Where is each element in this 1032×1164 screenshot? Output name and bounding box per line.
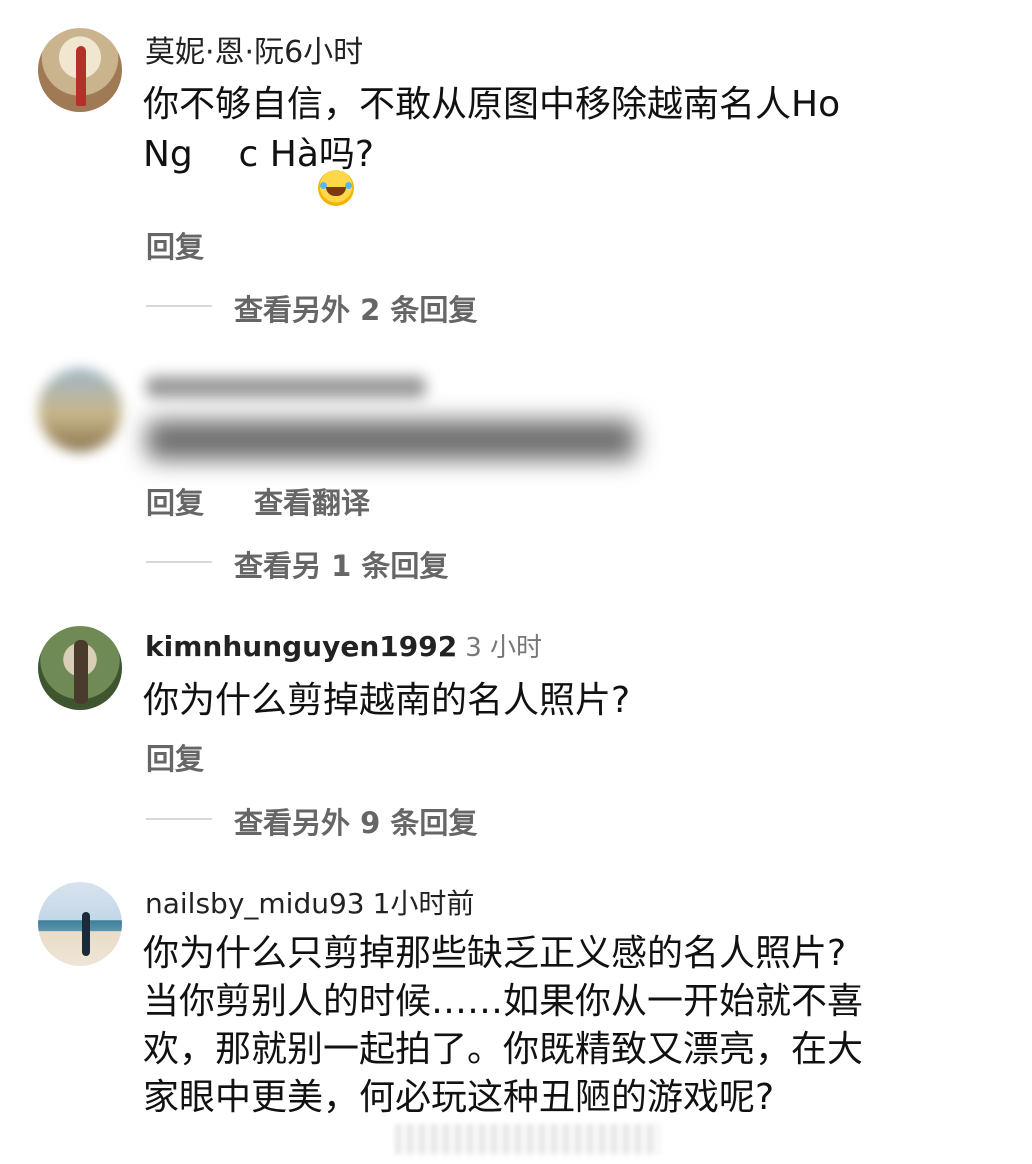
blurred-username [146,376,426,398]
reply-button[interactable]: 回复 [146,480,204,522]
translate-button[interactable]: 查看翻译 [254,480,370,522]
comment-text-line: 你为什么只剪掉那些缺乏正义感的名人照片? [143,933,847,974]
divider [146,818,212,820]
laughing-crying-emoji-icon [318,170,354,206]
comment-text: 你为什么只剪掉那些缺乏正义感的名人照片? 当你剪别人的时候……如果你从一开始就不… [143,930,1003,1122]
blurred-comment-text [146,420,636,460]
divider [146,305,212,307]
avatar[interactable] [38,368,122,452]
comment-text-line: 欢，那就别一起拍了。你既精致又漂亮，在大 [143,1029,864,1070]
comment-text-line: 你不够自信，不敢从原图中移除越南名人Ho [143,84,841,125]
comment-text: 你为什么剪掉越南的名人照片? [143,680,631,721]
comment-text-line: 当你剪别人的时候……如果你从一开始就不喜 [143,981,864,1022]
avatar[interactable] [38,626,122,710]
username[interactable]: nailsby_midu93 [145,887,365,920]
divider [146,561,212,563]
view-more-replies-button[interactable]: 查看另 1 条回复 [234,543,448,585]
view-more-replies-button[interactable]: 查看另外 2 条回复 [234,287,477,329]
reply-button[interactable]: 回复 [146,224,204,266]
timestamp: 3 小时 [465,633,543,663]
username-line: kimnhunguyen1992 3 小时 [145,627,542,664]
comment-text: 你不够自信，不敢从原图中移除越南名人Ho Ng c Hà吗? [143,80,1003,180]
timestamp: 1小时前 [372,887,475,920]
reply-button[interactable]: 回复 [146,736,204,778]
username[interactable]: 莫妮·恩·阮6小时 [145,27,363,71]
comment-text-line: Ng c Hà吗? [143,134,375,175]
avatar[interactable] [38,882,122,966]
view-more-replies-button[interactable]: 查看另外 9 条回复 [234,800,477,842]
username-line: nailsby_midu93 1小时前 [145,882,474,922]
comment-text-line: 家眼中更美，何必玩这种丑陋的游戏呢? [143,1077,775,1118]
avatar[interactable] [38,28,122,112]
watermark [395,1124,660,1154]
username[interactable]: kimnhunguyen1992 [145,630,457,663]
